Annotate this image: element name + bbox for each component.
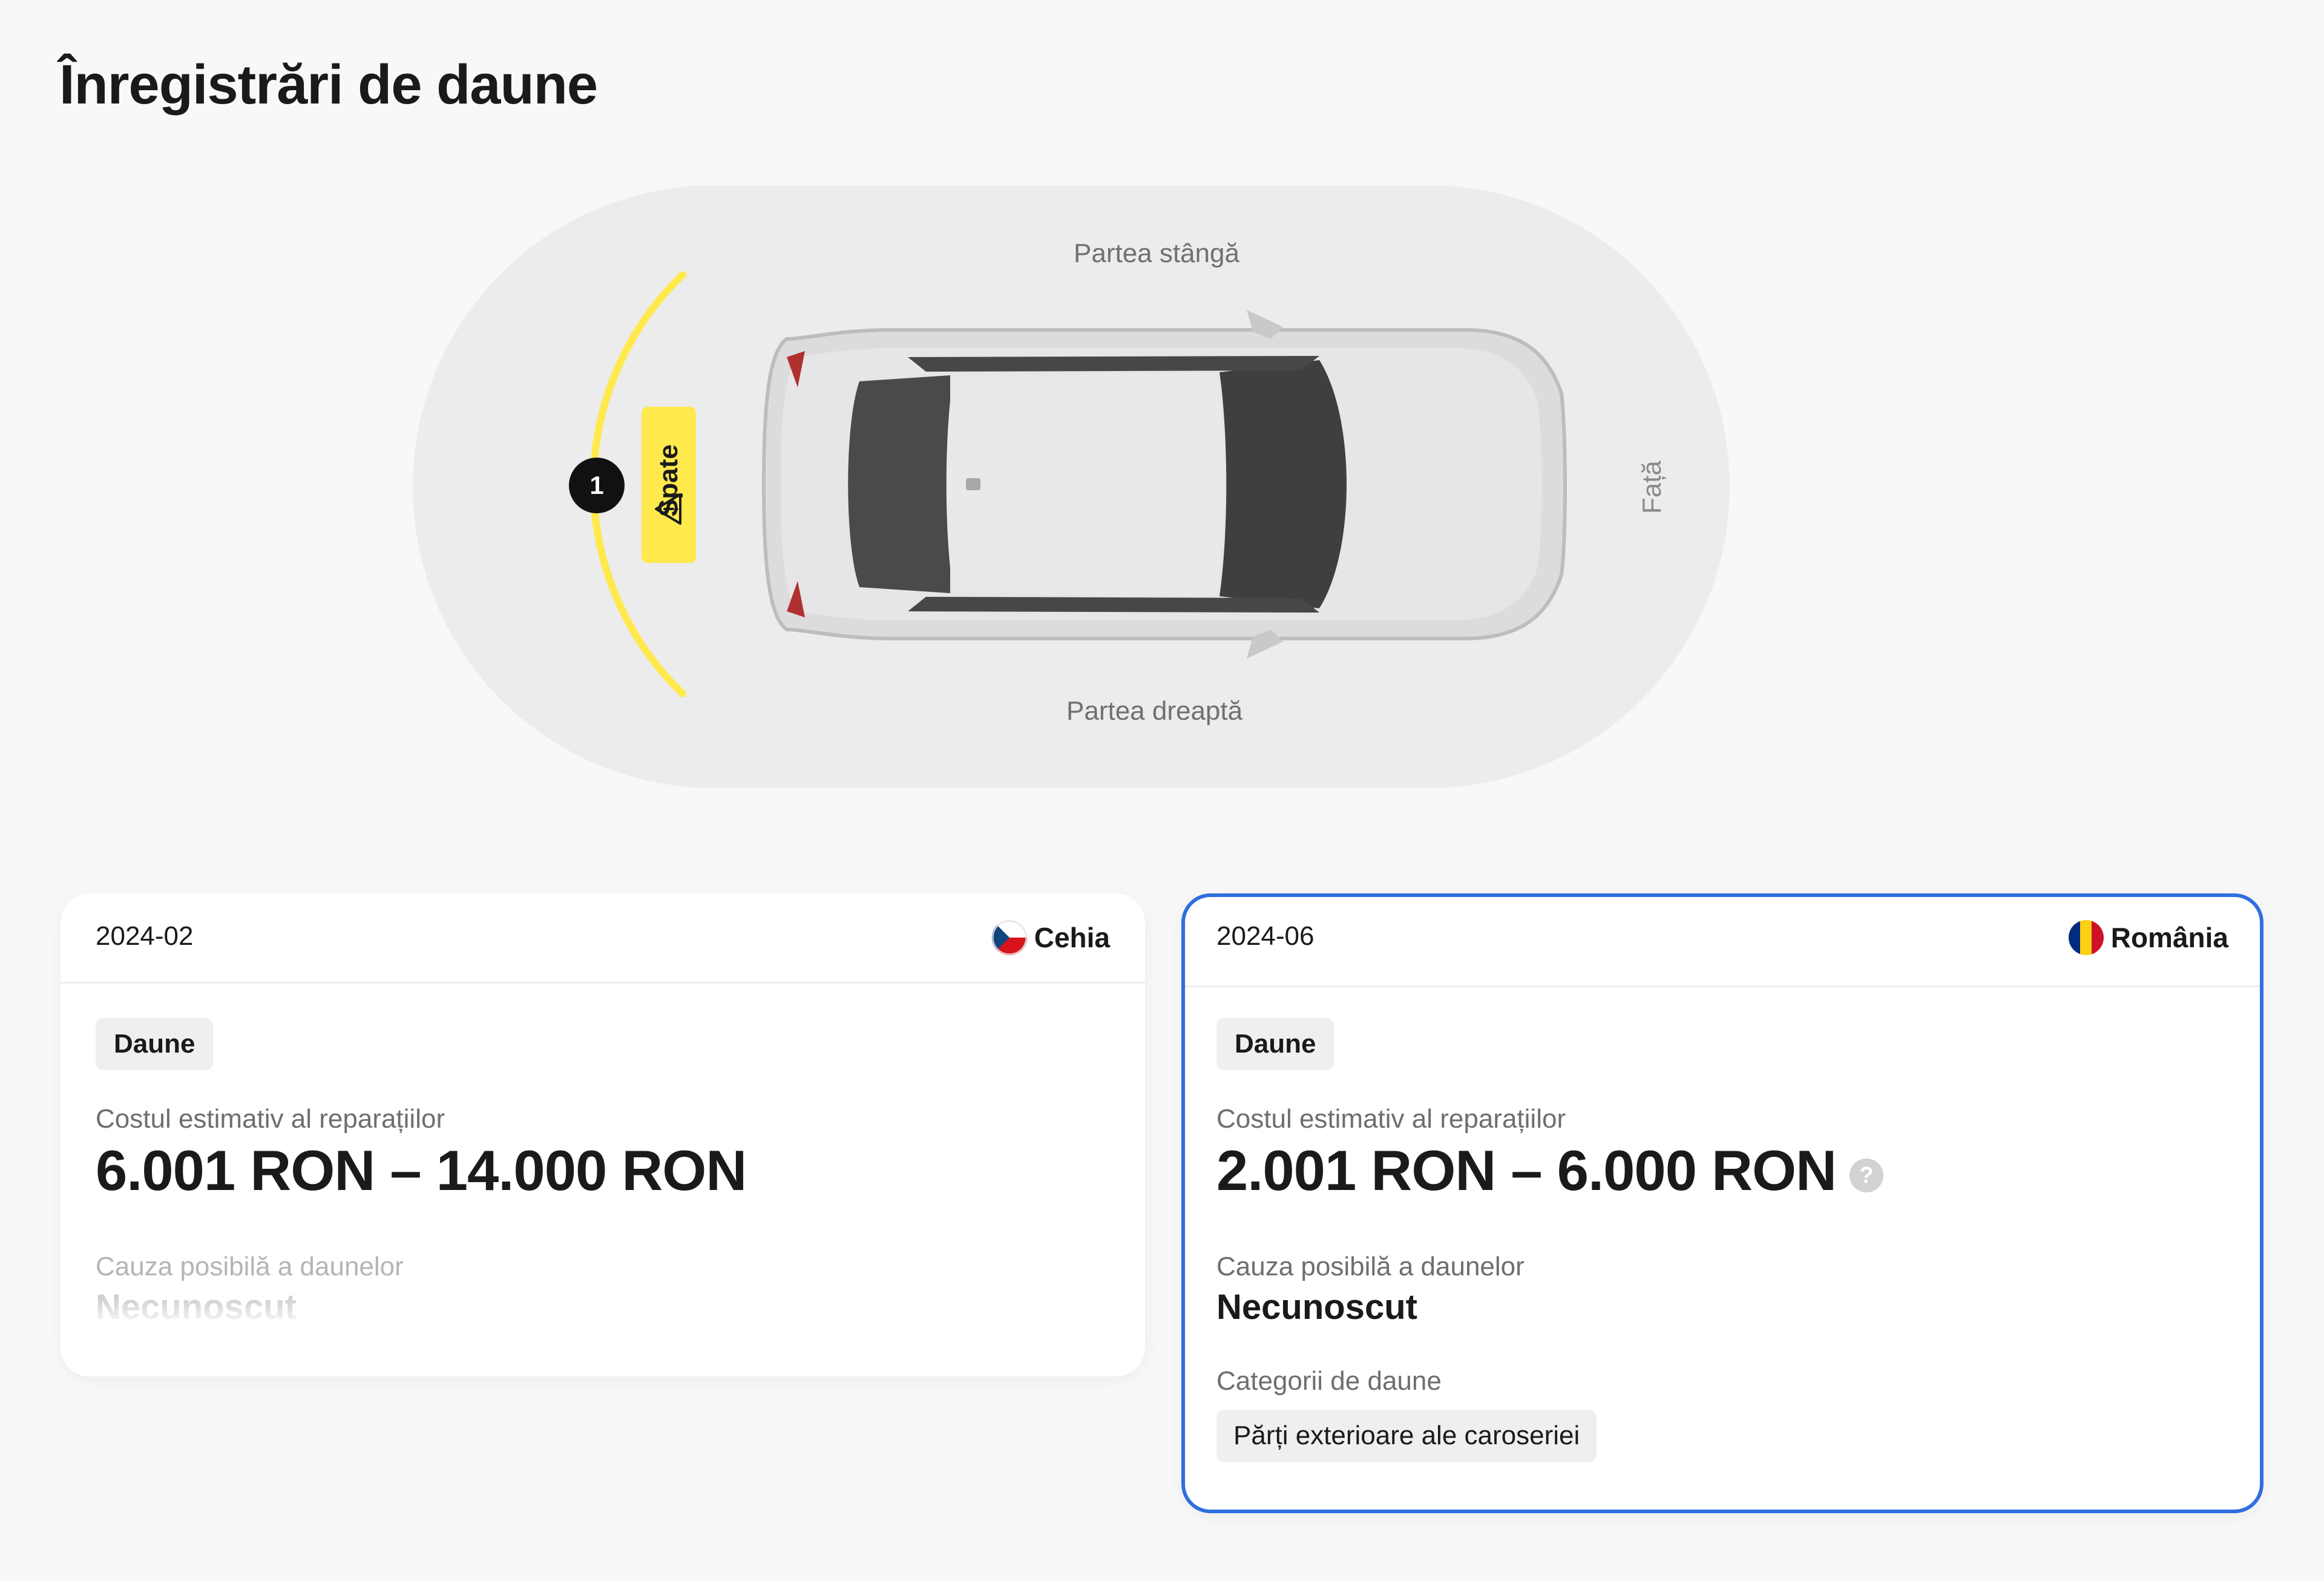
romania-flag-icon — [2068, 920, 2104, 955]
card-header: 2024-06 România — [1185, 897, 2260, 987]
rear-zone-badge[interactable]: Spate — [642, 407, 696, 563]
record-type-tag: Daune — [1216, 1018, 1334, 1070]
categories-label: Categorii de daune — [1216, 1366, 1442, 1396]
card-body: Daune Costul estimativ al reparațiilor 2… — [1216, 1018, 2225, 1462]
cost-value: 6.001 RON – 14.000 RON — [96, 1139, 747, 1202]
cost-label: Costul estimativ al reparațiilor — [96, 1104, 445, 1134]
cause-value: Necunoscut — [96, 1287, 297, 1327]
cost-row: 6.001 RON – 14.000 RON — [96, 1138, 1110, 1203]
damage-category-tag: Părți exterioare ale caroseriei — [1216, 1410, 1597, 1462]
car-top-view — [761, 310, 1567, 659]
left-side-label: Partea stângă — [1074, 238, 1239, 268]
record-country: Cehia — [991, 920, 1110, 955]
cost-value: 2.001 RON – 6.000 RON — [1216, 1139, 1837, 1202]
country-name: România — [2110, 922, 2228, 953]
record-country: România — [2068, 920, 2228, 955]
cost-label: Costul estimativ al reparațiilor — [1216, 1104, 1566, 1134]
record-date: 2024-06 — [1216, 921, 1315, 951]
cost-row: 2.001 RON – 6.000 RON ? — [1216, 1138, 2225, 1203]
front-label: Față — [1637, 460, 1667, 514]
record-date: 2024-02 — [96, 921, 194, 951]
question-icon[interactable]: ? — [1849, 1159, 1883, 1192]
vehicle-damage-diagram: Partea stângă Partea dreaptă Față 1 Spat… — [0, 0, 2324, 847]
record-type-tag: Daune — [96, 1018, 214, 1070]
damage-record-card-selected[interactable]: 2024-06 România Daune Costul estimativ a… — [1181, 893, 2263, 1513]
card-header: 2024-02 Cehia — [61, 893, 1145, 984]
cause-value: Necunoscut — [1216, 1287, 1417, 1327]
right-side-label: Partea dreaptă — [1066, 696, 1243, 726]
damage-record-card[interactable]: 2024-02 Cehia Daune Costul estimativ al … — [61, 893, 1145, 1376]
card-body: Daune Costul estimativ al reparațiilor 6… — [96, 1018, 1110, 1327]
czech-flag-icon — [991, 920, 1027, 955]
country-name: Cehia — [1034, 922, 1110, 953]
cause-label: Cauza posibilă a daunelor — [96, 1252, 404, 1281]
cause-label: Cauza posibilă a daunelor — [1216, 1252, 1525, 1281]
damage-marker-1[interactable]: 1 — [569, 458, 625, 513]
